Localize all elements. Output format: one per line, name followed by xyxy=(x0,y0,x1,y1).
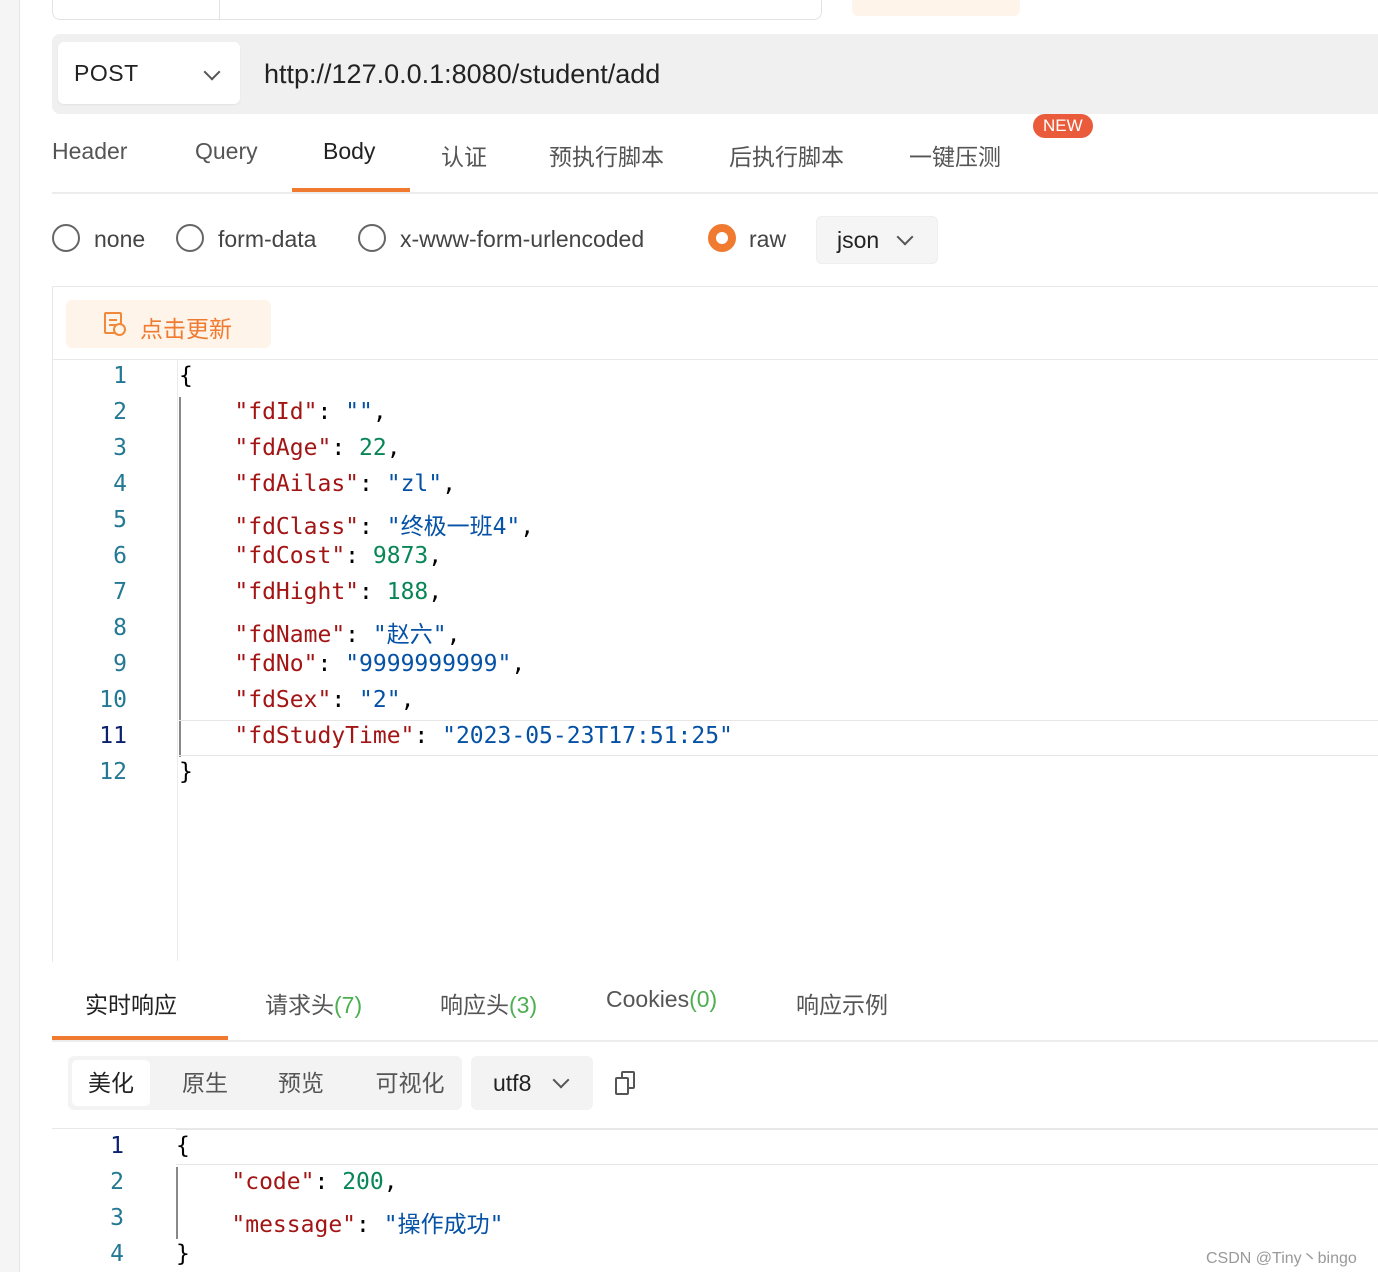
line-number: 8 xyxy=(113,615,127,641)
tab-realtime-response[interactable]: 实时响应 xyxy=(85,986,177,1020)
response-format-switch: 美化 原生 预览 可视化 xyxy=(68,1056,462,1110)
document-refresh-icon xyxy=(104,312,126,336)
line-number: 4 xyxy=(110,1241,124,1267)
code-line: "fdCost": 9873, xyxy=(234,543,443,569)
response-body-viewer[interactable]: 1 2 3 4 { "code": 200, "message": "操作成功"… xyxy=(52,1128,1378,1273)
line-number: 1 xyxy=(110,1133,124,1159)
line-number: 1 xyxy=(113,363,127,389)
tab-post-script[interactable]: 后执行脚本 xyxy=(729,138,844,172)
line-number: 2 xyxy=(110,1169,124,1195)
line-number-current: 11 xyxy=(99,723,127,749)
tab-response-headers[interactable]: 响应头(3) xyxy=(440,986,537,1020)
method-label: POST xyxy=(74,60,139,86)
encoding-select[interactable]: utf8 xyxy=(471,1056,593,1110)
line-number: 6 xyxy=(113,543,127,569)
current-line-highlight xyxy=(176,1129,1378,1165)
radio-form-data[interactable] xyxy=(176,224,204,252)
tab-response-examples[interactable]: 响应示例 xyxy=(796,986,888,1020)
code-line: "fdAilas": "zl", xyxy=(234,471,456,497)
radio-form-data-label[interactable]: form-data xyxy=(218,226,316,253)
code-line: "fdId": "", xyxy=(234,399,387,425)
tab-auth[interactable]: 认证 xyxy=(441,138,487,172)
radio-urlencoded[interactable] xyxy=(358,224,386,252)
tab-query[interactable]: Query xyxy=(195,138,258,165)
line-number: 5 xyxy=(113,507,127,533)
code-line: "fdStudyTime": "2023-05-23T17:51:25" xyxy=(234,723,733,749)
active-tab-indicator xyxy=(292,188,410,192)
tab-load-test[interactable]: 一键压测 xyxy=(909,138,1001,172)
radio-urlencoded-label[interactable]: x-www-form-urlencoded xyxy=(400,226,644,253)
left-rail xyxy=(0,0,20,1272)
tab-cookies[interactable]: Cookies(0) xyxy=(606,986,717,1013)
chevron-down-icon xyxy=(552,1071,570,1089)
code-line: "fdSex": "2", xyxy=(234,687,415,713)
code-line: "fdAge": 22, xyxy=(234,435,401,461)
format-visualize[interactable]: 可视化 xyxy=(362,1060,458,1106)
line-number: 4 xyxy=(113,471,127,497)
radio-none-label[interactable]: none xyxy=(94,226,145,253)
tab-body[interactable]: Body xyxy=(323,138,375,165)
response-tabs: 实时响应 请求头(7) 响应头(3) Cookies(0) 响应示例 xyxy=(52,962,1378,1042)
format-pretty[interactable]: 美化 xyxy=(72,1060,150,1106)
line-number: 2 xyxy=(113,399,127,425)
line-number: 7 xyxy=(113,579,127,605)
new-badge: NEW xyxy=(1033,114,1093,138)
tab-request-headers[interactable]: 请求头(7) xyxy=(265,986,362,1020)
code-line: "fdName": "赵六", xyxy=(234,622,461,648)
method-select[interactable]: POST xyxy=(58,42,240,104)
copy-icon[interactable] xyxy=(615,1071,637,1097)
url-input[interactable]: http://127.0.0.1:8080/student/add xyxy=(264,59,660,90)
format-raw[interactable]: 原生 xyxy=(166,1060,244,1106)
active-tab-indicator xyxy=(52,1036,228,1040)
watermark: CSDN @Tiny丶bingo xyxy=(1206,1250,1357,1267)
code-line: } xyxy=(176,1241,190,1267)
line-number: 10 xyxy=(99,687,127,713)
radio-raw-label[interactable]: raw xyxy=(749,226,786,253)
chevron-down-icon xyxy=(203,63,221,81)
code-line: "fdHight": 188, xyxy=(234,579,443,605)
refresh-button[interactable]: 点击更新 xyxy=(66,300,271,348)
url-bar: POST http://127.0.0.1:8080/student/add xyxy=(52,34,1378,114)
tab-header[interactable]: Header xyxy=(52,138,127,165)
body-mode-options: none form-data x-www-form-urlencoded raw… xyxy=(52,216,1052,264)
request-tabs: Header Query Body 认证 预执行脚本 后执行脚本 一键压测 NE… xyxy=(52,114,1378,194)
code-line: } xyxy=(179,759,193,785)
line-number: 3 xyxy=(110,1205,124,1231)
refresh-button-label: 点击更新 xyxy=(140,316,232,342)
chevron-down-icon xyxy=(896,228,914,246)
format-select-label: json xyxy=(837,227,880,253)
code-line: { xyxy=(179,363,193,389)
format-select[interactable]: json xyxy=(816,216,938,264)
code-line: "code": 200, xyxy=(231,1169,398,1195)
line-number: 9 xyxy=(113,651,127,677)
code-line: "message": "操作成功" xyxy=(231,1212,504,1238)
encoding-select-label: utf8 xyxy=(493,1070,532,1096)
line-number: 3 xyxy=(113,435,127,461)
radio-none[interactable] xyxy=(52,224,80,252)
request-body-editor[interactable]: 点击更新 1 2 3 4 5 6 7 8 9 10 11 12 { "fdId"… xyxy=(52,286,1378,962)
tab-pre-script[interactable]: 预执行脚本 xyxy=(549,138,664,172)
radio-raw[interactable] xyxy=(708,224,736,252)
line-number: 12 xyxy=(99,759,127,785)
code-line: { xyxy=(176,1133,190,1159)
code-line: "fdClass": "终极一班4", xyxy=(234,514,535,540)
top-button-remnant xyxy=(852,0,1020,16)
top-input-remnant xyxy=(52,0,822,20)
code-line: "fdNo": "9999999999", xyxy=(234,651,526,677)
format-preview[interactable]: 预览 xyxy=(262,1060,340,1106)
